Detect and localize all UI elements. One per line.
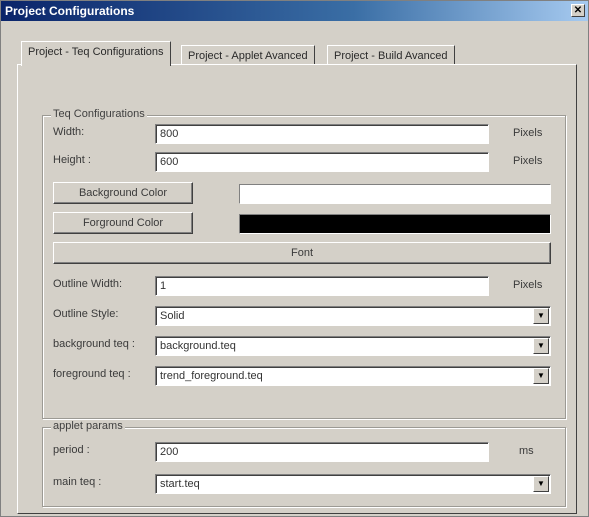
foreground-teq-select[interactable]: trend_foreground.teq ▼	[155, 366, 551, 386]
background-color-button[interactable]: Background Color	[53, 182, 193, 204]
tab-panel: Teq Configurations Width: 800 Pixels Hei…	[17, 64, 577, 514]
applet-params-group: applet params period : 200 ms main teq :…	[42, 420, 566, 507]
period-label: period :	[53, 444, 90, 456]
outline-width-unit: Pixels	[513, 279, 543, 291]
outline-style-value: Solid	[160, 310, 185, 322]
title-bar: Project Configurations ✕	[1, 1, 588, 21]
chevron-down-icon[interactable]: ▼	[533, 476, 549, 492]
outline-style-label: Outline Style:	[53, 308, 119, 320]
outline-width-label: Outline Width:	[53, 278, 123, 290]
chevron-down-icon[interactable]: ▼	[533, 338, 549, 354]
period-unit: ms	[519, 445, 534, 457]
height-unit: Pixels	[513, 155, 543, 167]
foreground-color-button[interactable]: Forground Color	[53, 212, 193, 234]
project-configurations-window: Project Configurations ✕ Project - Teq C…	[0, 0, 589, 517]
close-icon[interactable]: ✕	[571, 4, 585, 17]
outline-width-field[interactable]: 1	[155, 276, 489, 296]
height-label: Height :	[53, 154, 91, 166]
chevron-down-icon[interactable]: ▼	[533, 368, 549, 384]
teq-configurations-group: Teq Configurations Width: 800 Pixels Hei…	[42, 108, 566, 419]
background-teq-label: background teq :	[53, 338, 135, 350]
foreground-teq-label: foreground teq :	[53, 368, 131, 380]
background-color-swatch[interactable]	[239, 184, 551, 204]
font-button[interactable]: Font	[53, 242, 551, 264]
width-field[interactable]: 800	[155, 124, 489, 144]
foreground-teq-value: trend_foreground.teq	[160, 370, 263, 382]
applet-params-legend: applet params	[51, 420, 125, 432]
background-teq-value: background.teq	[160, 340, 236, 352]
main-teq-value: start.teq	[160, 478, 200, 490]
tab-build-avanced[interactable]: Project - Build Avanced	[327, 45, 455, 65]
chevron-down-icon[interactable]: ▼	[533, 308, 549, 324]
width-label: Width:	[53, 126, 85, 138]
main-teq-label: main teq :	[53, 476, 102, 488]
foreground-color-swatch[interactable]	[239, 214, 551, 234]
background-teq-select[interactable]: background.teq ▼	[155, 336, 551, 356]
main-teq-select[interactable]: start.teq ▼	[155, 474, 551, 494]
tab-teq-configurations[interactable]: Project - Teq Configurations	[21, 41, 171, 66]
teq-configurations-legend: Teq Configurations	[51, 108, 147, 120]
window-title: Project Configurations	[5, 4, 135, 18]
tab-applet-avanced[interactable]: Project - Applet Avanced	[181, 45, 315, 65]
outline-style-select[interactable]: Solid ▼	[155, 306, 551, 326]
height-field[interactable]: 600	[155, 152, 489, 172]
period-field[interactable]: 200	[155, 442, 489, 462]
width-unit: Pixels	[513, 127, 543, 139]
